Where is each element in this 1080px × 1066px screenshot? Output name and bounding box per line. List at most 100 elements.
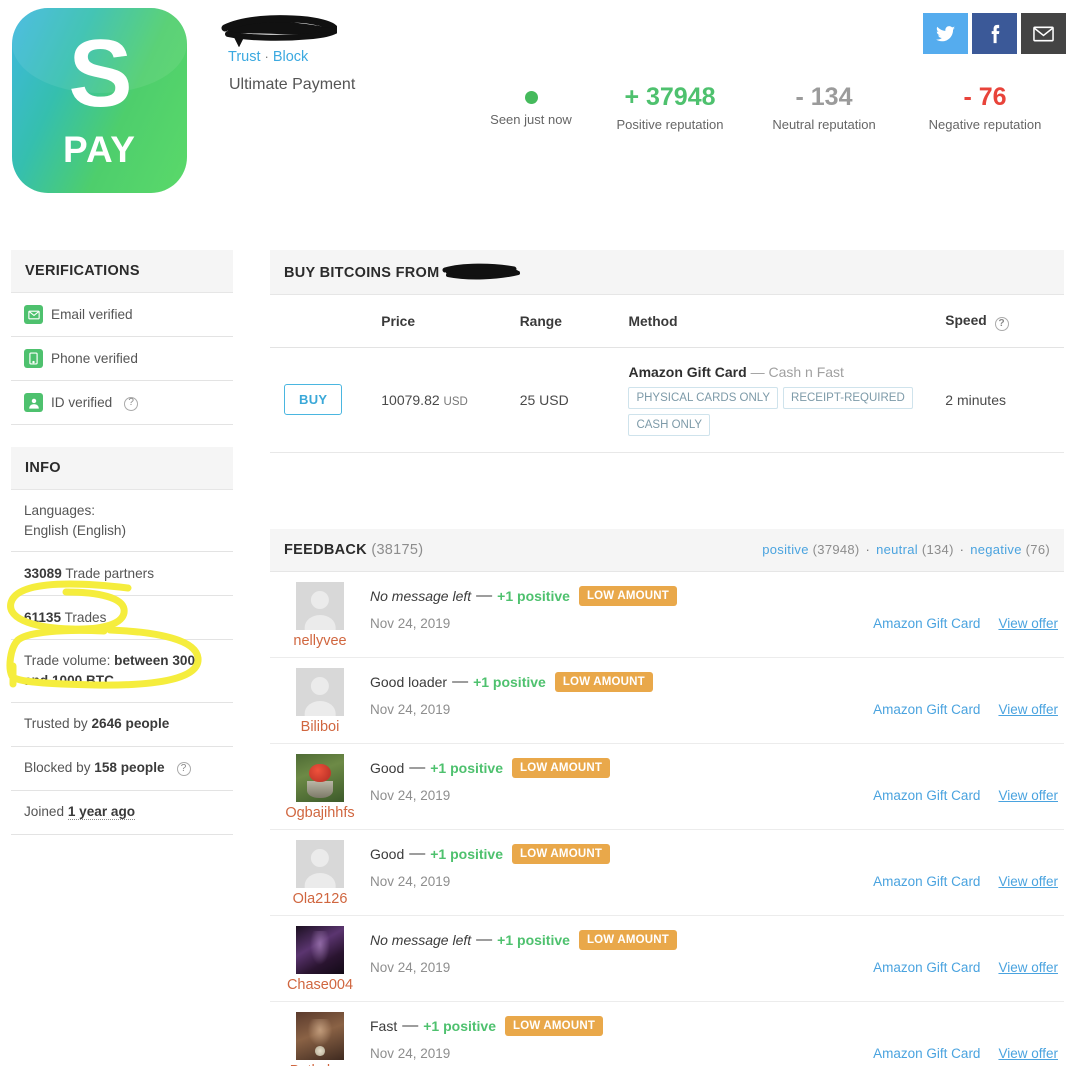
view-offer-link[interactable]: View offer [998, 616, 1058, 631]
feedback-rating: +1 positive [423, 1017, 496, 1034]
offer-method-sub: Cash n Fast [768, 363, 844, 380]
col-speed-label: Speed [945, 313, 987, 328]
share-email-button[interactable] [1021, 13, 1066, 54]
feedback-username[interactable]: Ogbajihhfs [270, 805, 370, 821]
feedback-method-link[interactable]: Amazon Gift Card [873, 1046, 980, 1061]
feedback-date: Nov 24, 2019 [370, 787, 451, 803]
feedback-date: Nov 24, 2019 [370, 1045, 451, 1061]
feedback-message: Good [370, 759, 405, 776]
feedback-username[interactable]: nellyvee [270, 633, 370, 649]
feedback-message: No message left [370, 587, 472, 604]
offer-tags: PHYSICAL CARDS ONLY RECEIPT-REQUIRED CAS… [628, 386, 918, 436]
feedback-avatar-col: Chase004 [270, 916, 370, 1001]
feedback-method-link[interactable]: Amazon Gift Card [873, 874, 980, 889]
feedback-username[interactable]: Bathyboy [270, 1063, 370, 1066]
feedback-date: Nov 24, 2019 [370, 873, 451, 889]
avatar[interactable] [296, 925, 344, 974]
view-offer-link[interactable]: View offer [998, 960, 1058, 975]
logo-letter: S [68, 20, 132, 127]
feedback-message-line: Good — +1 positive LOW AMOUNT [370, 757, 1058, 778]
facebook-icon [990, 24, 1000, 44]
share-facebook-button[interactable] [972, 13, 1017, 54]
reputation-stats: Seen just now + 37948 Positive reputatio… [470, 82, 1070, 132]
offer-speed: 2 minutes [945, 347, 1064, 453]
feedback-row: Biliboi Good loader — +1 positive LOW AM… [270, 658, 1064, 744]
feedback-rating: +1 positive [430, 845, 504, 862]
feedback-meta-line: Nov 24, 2019 Amazon Gift Card View offer [370, 960, 1058, 975]
offer-price-cell: 10079.82 USD [381, 347, 520, 453]
feedback-content: Fast — +1 positive LOW AMOUNT Nov 24, 20… [370, 1002, 1064, 1066]
info-languages-value: English (English) [24, 522, 126, 538]
offer-method-name: Amazon Gift Card [628, 363, 747, 380]
status-badge: LOW AMOUNT [578, 929, 677, 950]
feedback-meta-line: Nov 24, 2019 Amazon Gift Card View offer [370, 702, 1058, 717]
feedback-avatar-col: Biliboi [270, 658, 370, 743]
help-icon[interactable]: ? [124, 396, 139, 411]
feedback-meta-line: Nov 24, 2019 Amazon Gift Card View offer [370, 616, 1058, 631]
feedback-date: Nov 24, 2019 [370, 959, 451, 975]
table-row: BUY 10079.82 USD 25 USD Amazon Gift Card… [270, 347, 1064, 453]
trust-link[interactable]: Trust [228, 49, 261, 65]
avatar-placeholder-body [304, 701, 336, 716]
feedback-title-wrap: FEEDBACK (38175) [284, 542, 423, 558]
help-icon[interactable]: ? [994, 316, 1009, 331]
info-blocked-by-value: 158 people [94, 760, 165, 776]
feedback-links: Amazon Gift Card View offer [873, 616, 1058, 631]
feedback-method-link[interactable]: Amazon Gift Card [873, 702, 980, 717]
block-link[interactable]: Block [273, 49, 308, 65]
filter-neutral-count: (134) [921, 542, 954, 557]
feedback-filters: positive (37948) · neutral (134) · negat… [762, 542, 1050, 557]
link-separator: · [264, 49, 269, 64]
stat-seen-label: Seen just now [490, 112, 572, 127]
feedback-username[interactable]: Chase004 [270, 977, 370, 993]
view-offer-link[interactable]: View offer [998, 702, 1058, 717]
feedback-method-link[interactable]: Amazon Gift Card [873, 788, 980, 803]
feedback-username[interactable]: Ola2126 [270, 891, 370, 907]
buy-button[interactable]: BUY [284, 384, 343, 415]
feedback-method-link[interactable]: Amazon Gift Card [873, 616, 980, 631]
feedback-meta-line: Nov 24, 2019 Amazon Gift Card View offer [370, 788, 1058, 803]
filter-neutral[interactable]: neutral [876, 542, 918, 557]
avatar-placeholder-head [310, 590, 330, 609]
verification-phone: Phone verified [11, 337, 233, 381]
feedback-content: No message left — +1 positive LOW AMOUNT… [370, 916, 1064, 1001]
feedback-links: Amazon Gift Card View offer [873, 874, 1058, 889]
filter-negative-count: (76) [1025, 542, 1050, 557]
info-trades-label: Trades [64, 610, 107, 626]
feedback-username[interactable]: Biliboi [270, 719, 370, 735]
feedback-message: Good [370, 845, 405, 862]
feedback-message-line: Good — +1 positive LOW AMOUNT [370, 843, 1058, 864]
offer-action-cell: BUY [270, 347, 382, 453]
verifications-title: VERIFICATIONS [11, 250, 233, 293]
offers-table-head: Price Range Method Speed ? [270, 295, 1064, 348]
avatar[interactable] [296, 839, 344, 888]
feedback-content: Good loader — +1 positive LOW AMOUNT Nov… [370, 658, 1064, 743]
avatar[interactable] [296, 667, 344, 716]
feedback-dash: — [409, 844, 426, 862]
feedback-meta-line: Nov 24, 2019 Amazon Gift Card View offer [370, 1046, 1058, 1061]
status-badge: LOW AMOUNT [554, 671, 653, 692]
info-title: INFO [11, 447, 233, 490]
online-status-dot [524, 91, 538, 104]
avatar[interactable] [296, 581, 344, 630]
feedback-row: nellyvee No message left — +1 positive L… [270, 572, 1064, 658]
logo-subtext: PAY [63, 129, 136, 170]
feedback-avatar-col: Ola2126 [270, 830, 370, 915]
company-name: Ultimate Payment [229, 76, 356, 93]
share-twitter-button[interactable] [923, 13, 968, 54]
info-languages-label: Languages: [24, 503, 96, 518]
help-icon[interactable]: ? [176, 762, 191, 777]
view-offer-link[interactable]: View offer [998, 788, 1058, 803]
avatar[interactable] [296, 753, 344, 802]
feedback-method-link[interactable]: Amazon Gift Card [873, 960, 980, 975]
view-offer-link[interactable]: View offer [998, 1046, 1058, 1061]
feedback-dash: — [476, 930, 493, 948]
view-offer-link[interactable]: View offer [998, 874, 1058, 889]
filter-negative[interactable]: negative [970, 542, 1022, 557]
feedback-dash: — [452, 672, 469, 690]
feedback-count: (38175) [371, 541, 424, 558]
avatar[interactable] [296, 1011, 344, 1060]
filter-positive[interactable]: positive [762, 542, 808, 557]
offer-price: 10079.82 [381, 391, 440, 408]
